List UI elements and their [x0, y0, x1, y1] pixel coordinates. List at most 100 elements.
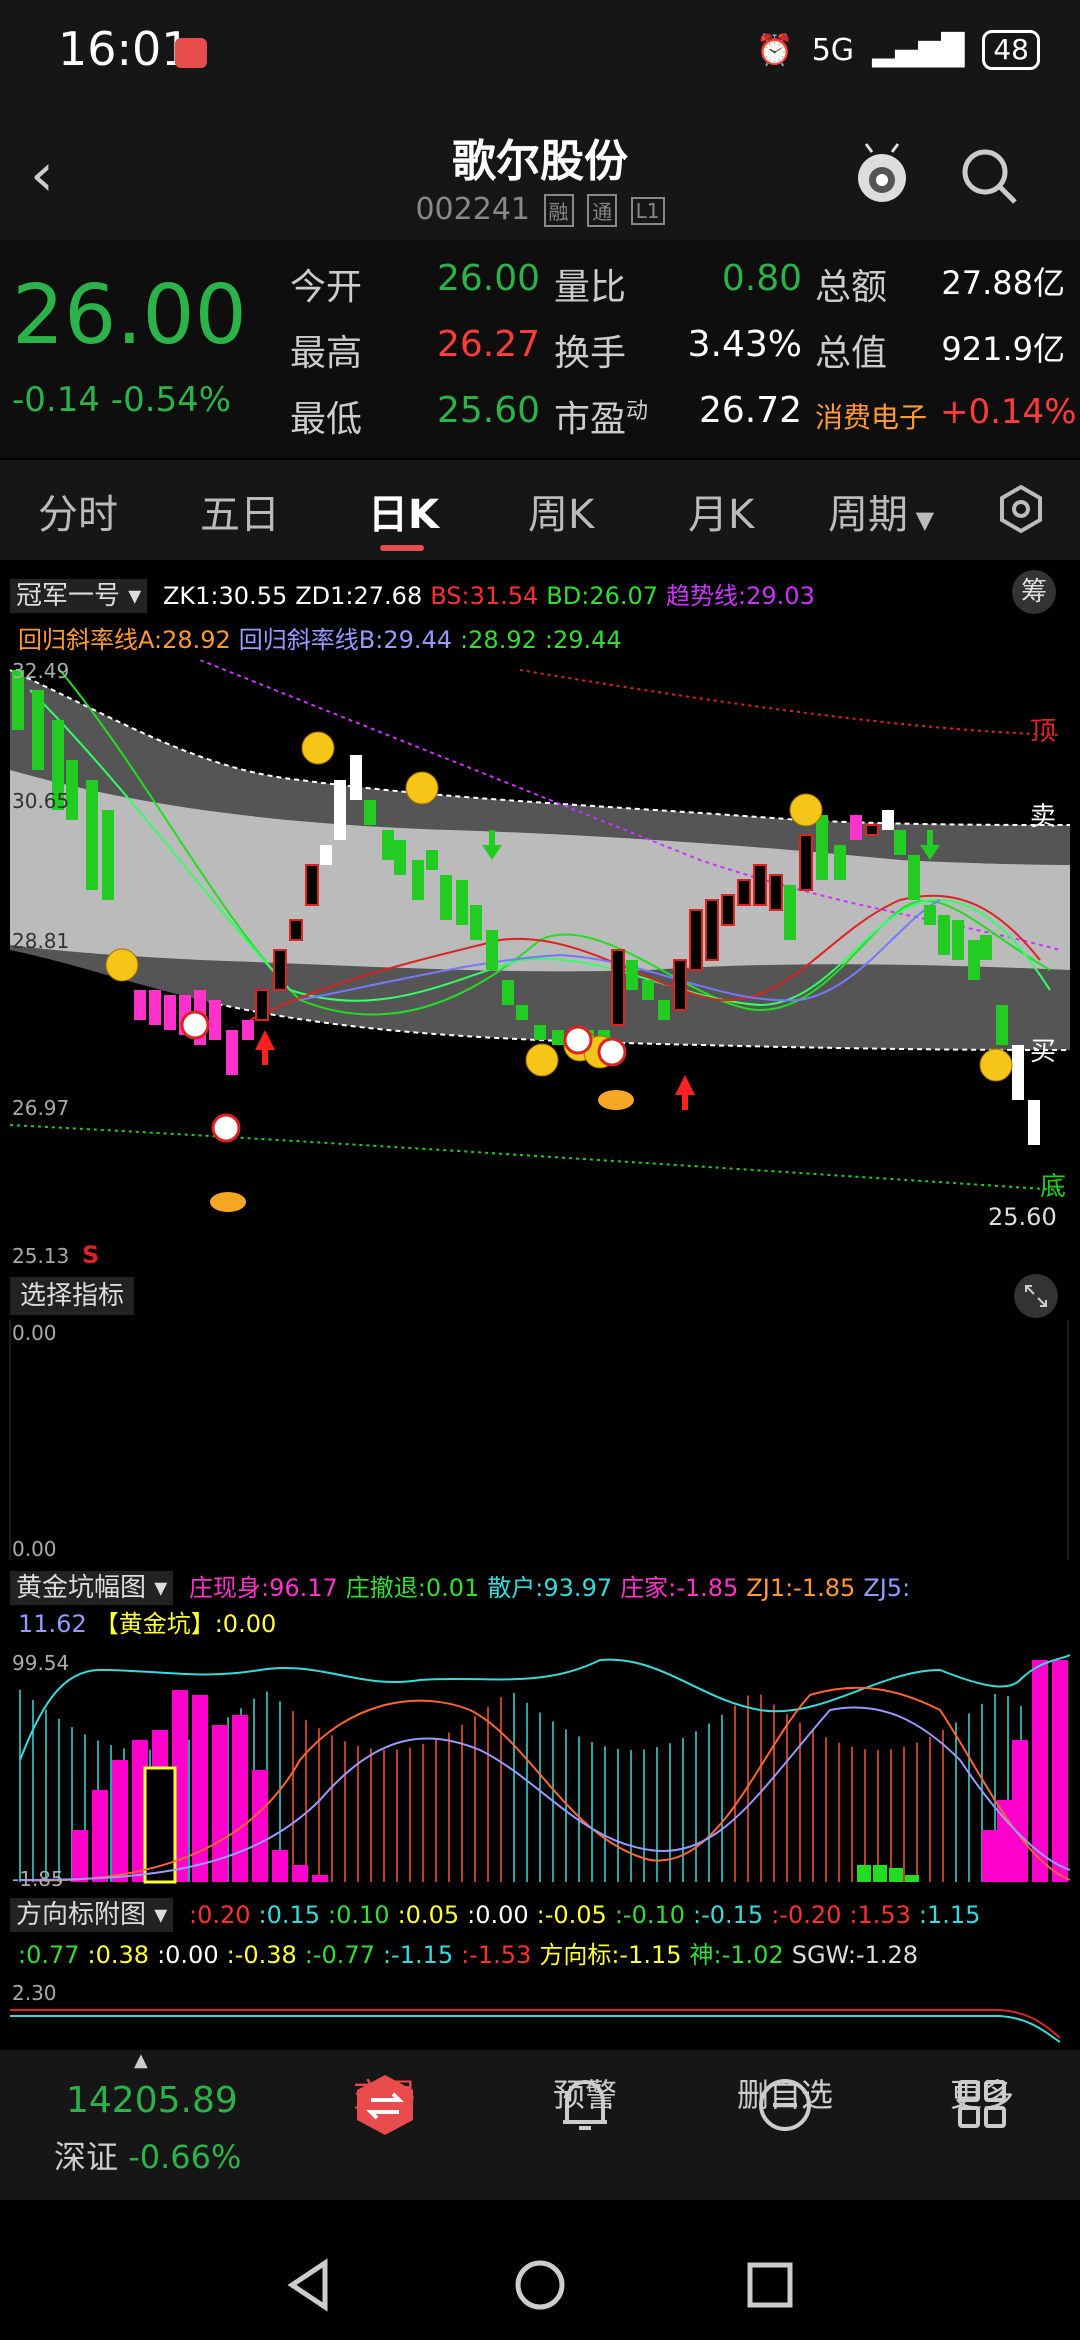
sector-change[interactable]: +0.14% [940, 392, 1077, 432]
candlestick [426, 850, 438, 870]
emoji-marker-icon [525, 1043, 559, 1077]
current-price: 26.00 [12, 268, 247, 363]
indicator-value: ZD1:27.68 [295, 582, 423, 610]
indicator-value: 趋势线:29.03 [666, 582, 815, 610]
sub2-magenta-bar [232, 1715, 248, 1882]
settings-hexagon-icon[interactable] [996, 484, 1046, 534]
open-label: 今开 [290, 267, 363, 308]
emoji-marker-icon [301, 731, 335, 765]
high-label: 最高 [290, 333, 363, 374]
expand-up-icon[interactable]: ▲ [134, 2050, 148, 2071]
candlestick [799, 834, 813, 891]
main-indicator-selector-label: 冠军一号 [16, 581, 121, 611]
indicator-value: 庄现身:96.17 [188, 1574, 338, 1602]
candlestick [289, 919, 303, 941]
period-tabs: 分时 五日 日K 周K 月K 周期 ▼ [0, 460, 1080, 560]
candlestick [320, 845, 332, 865]
candlestick [737, 879, 751, 906]
indicator-value: :0.05 [397, 1901, 460, 1929]
chevron-down-icon: ▼ [908, 506, 935, 534]
alarm-icon: ⏰ [756, 32, 794, 68]
indicator-value: :-1.15 [382, 1941, 454, 1969]
indicator-value: :0.77 [18, 1941, 80, 1969]
stock-code: 002241 [415, 192, 530, 227]
sub3-header: 方向标附图 ▾ :0.20:0.15:0.10:0.05:0.00:-0.05:… [10, 1895, 1075, 1975]
search-icon[interactable] [955, 142, 1025, 212]
low-value: 25.60 [436, 390, 540, 431]
index-value[interactable]: 14205.89 [66, 2080, 238, 2121]
sub2-chart: 99.54 -1.85 [0, 1650, 1080, 1890]
nav-trade[interactable]: 交易 [285, 2070, 485, 2135]
turnover-label: 总额 [815, 267, 888, 308]
robot-assistant-icon[interactable] [852, 140, 912, 210]
sector-name[interactable]: 消费电子 [815, 396, 927, 436]
sub3-values: :0.20:0.15:0.10:0.05:0.00:-0.05:-0.10:-0… [181, 1901, 980, 1929]
candlestick [164, 995, 176, 1030]
indicator-value: BS:31.54 [430, 582, 539, 610]
expand-icon[interactable] [1012, 1272, 1060, 1320]
indicator-value: :-0.05 [536, 1901, 607, 1929]
nav-more[interactable]: 更多 [882, 2070, 1080, 2128]
candlestick [305, 864, 319, 906]
candlestick [209, 1000, 221, 1040]
candlestick [894, 830, 906, 855]
candlestick [1028, 1100, 1040, 1145]
nav-recents-icon[interactable] [740, 2255, 800, 2315]
indicator-value: :-0.15 [693, 1901, 764, 1929]
candlestick [980, 935, 992, 960]
candlestick [86, 780, 98, 890]
volume-ratio-value: 0.80 [721, 258, 802, 299]
candlestick [534, 1025, 546, 1040]
tab-monthly-k[interactable]: 月K [688, 482, 754, 540]
chip-distribution-button[interactable]: 筹 [1012, 570, 1056, 614]
candlestick [334, 780, 346, 840]
grid-icon [958, 2080, 1006, 2128]
index-row[interactable]: 深证 -0.66% [54, 2132, 241, 2178]
indicator-value: :1.15 [918, 1901, 981, 1929]
gold-ingot-icon [598, 1090, 634, 1110]
candlestick [952, 920, 964, 960]
change-percent: -0.54% [110, 380, 232, 420]
sub2-top: 99.54 [12, 1651, 69, 1675]
emoji-marker-icon [105, 948, 139, 982]
pe-label-sup: 动 [626, 399, 649, 424]
sub2-magenta-bar [312, 1875, 328, 1882]
main-indicator-selector[interactable]: 冠军一号 ▾ [10, 579, 148, 613]
sub2-selector[interactable]: 黄金坑幅图 ▾ [10, 1571, 174, 1605]
kline-chart[interactable]: 32.49 30.65 28.81 26.97 25.13 S 顶 卖 买 底 … [0, 660, 1080, 1270]
last-price-label: 25.60 [988, 1203, 1057, 1231]
indicator-value: :0.15 [258, 1901, 321, 1929]
indicator-value: :28.92 [460, 626, 537, 654]
active-tab-underline [380, 545, 424, 551]
candlestick [968, 940, 980, 980]
system-nav-bar [0, 2200, 1080, 2340]
tab-intraday[interactable]: 分时 [38, 482, 118, 540]
bottom-marker-label: 底 [1040, 1172, 1066, 1202]
tab-weekly-k[interactable]: 周K [528, 482, 594, 540]
indicator-value: ZJ1:-1.85 [746, 1574, 856, 1602]
indicator-value: :0.10 [328, 1901, 390, 1929]
high-value: 26.27 [436, 324, 540, 365]
sub2-values: 庄现身:96.17 庄撤退:0.01 散户:93.97 庄家:-1.85 ZJ1:-1.… [181, 1574, 910, 1602]
sub3-selector[interactable]: 方向标附图 ▾ [10, 1898, 174, 1932]
nav-alert[interactable]: 预警 [485, 2070, 685, 2130]
sub2-magenta-bar [982, 1830, 998, 1882]
candlestick [502, 980, 514, 1005]
emoji-marker-icon [979, 1048, 1013, 1082]
nav-remove-watchlist[interactable]: 删自选 [685, 2070, 885, 2131]
candlestick [412, 860, 424, 900]
sub2-green-bar [857, 1865, 871, 1882]
nav-home-icon[interactable] [510, 2255, 570, 2315]
candlestick [784, 885, 796, 940]
indicator-value: 神:-1.02 [689, 1941, 784, 1969]
tab-five-day[interactable]: 五日 [200, 482, 280, 540]
sub1-selector[interactable]: 选择指标 [10, 1275, 135, 1315]
status-icons: ⏰ 5G ▂▄▆█ 48 [756, 30, 1040, 70]
nav-back-icon[interactable] [280, 2255, 340, 2315]
emoji-marker-icon [405, 771, 439, 805]
volume-ratio-label: 量比 [554, 267, 627, 308]
tab-daily-k[interactable]: 日K [368, 482, 439, 540]
candlestick [382, 830, 394, 860]
sub1-bottom: 0.00 [12, 1537, 57, 1560]
tab-period[interactable]: 周期 ▼ [828, 482, 934, 540]
